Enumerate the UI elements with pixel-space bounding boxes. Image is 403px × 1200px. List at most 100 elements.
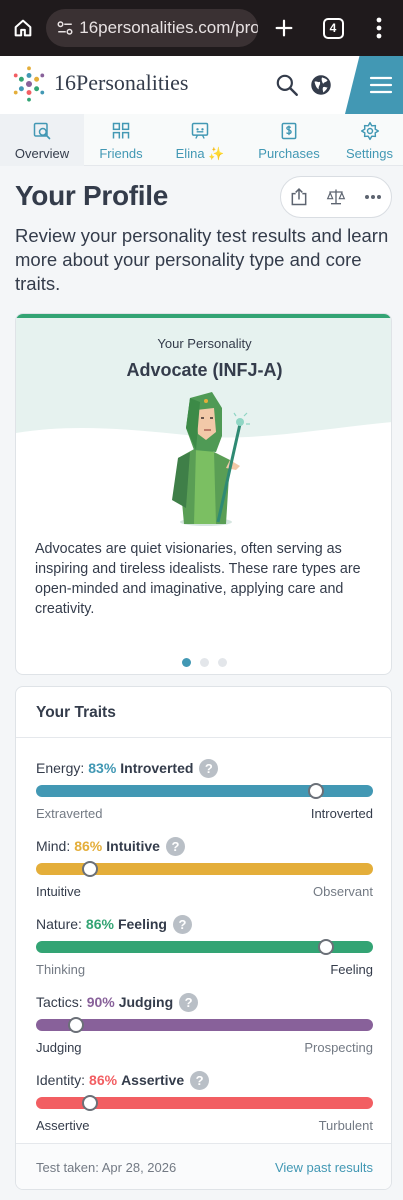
- more-icon[interactable]: [354, 177, 391, 217]
- trait-right-label: Observant: [313, 884, 373, 899]
- carousel-dots: [16, 658, 391, 667]
- tab-label: Elina ✨: [175, 146, 225, 161]
- trait-knob: [81, 861, 98, 877]
- url-text: 16personalities.com/prof: [79, 18, 258, 37]
- tab-label: Friends: [99, 146, 143, 161]
- brand-name[interactable]: 16Personalities: [54, 70, 188, 96]
- view-past-results-link[interactable]: View past results: [275, 1160, 373, 1175]
- help-icon[interactable]: ?: [172, 914, 192, 934]
- compare-icon[interactable]: [318, 177, 355, 217]
- trait-percent: 86%: [74, 838, 103, 854]
- trait-side: Introverted: [120, 760, 194, 776]
- new-tab-plus-icon[interactable]: [258, 0, 310, 56]
- help-icon[interactable]: ?: [179, 992, 199, 1012]
- tab-overview[interactable]: Overview: [0, 114, 84, 166]
- site-header: 16Personalities: [0, 56, 403, 114]
- search-icon[interactable]: [274, 72, 300, 98]
- personality-card[interactable]: Your Personality Advocate (INFJ-A) Advoc…: [15, 313, 392, 675]
- address-bar[interactable]: 16personalities.com/prof: [46, 9, 258, 47]
- tab-count: 4: [322, 17, 344, 39]
- more-vert-icon[interactable]: [356, 0, 402, 56]
- page-title: Your Profile: [15, 180, 169, 211]
- share-icon[interactable]: [281, 177, 318, 217]
- carousel-dot[interactable]: [182, 658, 191, 667]
- trait-right-label: Prospecting: [304, 1040, 373, 1055]
- trait-line: Identity: 86% Assertive ?: [36, 1069, 210, 1091]
- traits-title: Your Traits: [36, 704, 116, 721]
- page-subtitle: Review your personality test results and…: [15, 225, 389, 294]
- brand-number: 16: [54, 70, 76, 95]
- trait-side: Intuitive: [106, 838, 160, 854]
- personality-description: Advocates are quiet visionaries, often s…: [35, 541, 361, 617]
- personality-type: Advocate (INFJ-A): [126, 360, 283, 380]
- trait-right-label: Introverted: [310, 806, 373, 821]
- trait-energy: Energy: 83% Introverted ? Extraverted In…: [36, 757, 373, 827]
- trait-left-label: Intuitive: [36, 884, 81, 899]
- help-icon[interactable]: ?: [199, 758, 219, 778]
- traits-card: Your Traits Energy: 83% Introverted ? Ex…: [15, 686, 392, 1190]
- settings-icon: [360, 121, 379, 141]
- trait-side: Assertive: [121, 1072, 185, 1088]
- trait-side: Judging: [118, 994, 174, 1010]
- trait-right-label: Feeling: [330, 962, 373, 977]
- browser-toolbar: 16personalities.com/prof 4: [0, 0, 403, 56]
- help-icon[interactable]: ?: [190, 1070, 210, 1090]
- trait-left-label: Judging: [36, 1040, 82, 1055]
- trait-knob: [81, 1095, 98, 1111]
- purchases-icon: [281, 122, 297, 140]
- trait-identity: Identity: 86% Assertive ? Assertive Turb…: [36, 1069, 373, 1139]
- trait-bar: [36, 1095, 373, 1111]
- trait-line: Nature: 86% Feeling ?: [36, 913, 192, 935]
- card-kicker: Your Personality: [157, 336, 252, 351]
- trait-nature: Nature: 86% Feeling ? Thinking Feeling: [36, 913, 373, 983]
- trait-bar: [36, 1017, 373, 1033]
- trait-side: Feeling: [117, 916, 167, 932]
- trait-category: Energy:: [36, 760, 85, 776]
- trait-left-label: Thinking: [36, 962, 86, 977]
- logo-icon[interactable]: [10, 65, 48, 103]
- trait-category: Tactics:: [36, 994, 83, 1010]
- traits-footer: Test taken: Apr 28, 2026 View past resul…: [16, 1143, 391, 1189]
- trait-percent: 83%: [88, 760, 117, 776]
- carousel-dot[interactable]: [218, 658, 227, 667]
- trait-bar: [36, 861, 373, 877]
- trait-left-label: Assertive: [36, 1118, 90, 1133]
- trait-percent: 86%: [85, 916, 114, 932]
- trait-left-label: Extraverted: [36, 806, 103, 821]
- trait-line: Tactics: 90% Judging ?: [36, 991, 199, 1013]
- profile-nav-tabs: Overview Friends Elina ✨ Purchases Setti…: [0, 114, 403, 166]
- tab-label: Overview: [14, 146, 70, 161]
- trait-knob: [307, 783, 324, 799]
- trait-bar: [36, 939, 373, 955]
- friends-icon: [112, 122, 130, 139]
- tab-label: Settings: [346, 146, 393, 161]
- trait-category: Nature:: [36, 916, 82, 932]
- trait-line: Energy: 83% Introverted ?: [36, 757, 219, 779]
- trait-percent: 86%: [89, 1072, 118, 1088]
- trait-mind: Mind: 86% Intuitive ? Intuitive Observan…: [36, 835, 373, 905]
- tab-label: Purchases: [258, 146, 320, 161]
- traits-card-header: Your Traits: [16, 687, 391, 738]
- trait-category: Identity:: [36, 1072, 86, 1088]
- help-icon[interactable]: ?: [165, 836, 185, 856]
- trait-percent: 90%: [86, 994, 115, 1010]
- site-settings-icon[interactable]: [54, 17, 75, 39]
- carousel-dot[interactable]: [200, 658, 209, 667]
- trait-right-label: Turbulent: [318, 1118, 373, 1133]
- globe-icon[interactable]: [308, 72, 334, 98]
- home-icon[interactable]: [0, 0, 46, 56]
- tab-settings[interactable]: Settings: [336, 114, 403, 166]
- tab-friends[interactable]: Friends: [84, 114, 158, 166]
- overview-icon: [33, 122, 51, 140]
- trait-tactics: Tactics: 90% Judging ? Judging Prospecti…: [36, 991, 373, 1061]
- trait-category: Mind:: [36, 838, 71, 854]
- tab-elina[interactable]: Elina ✨: [158, 114, 242, 166]
- hamburger-menu-icon[interactable]: [368, 73, 394, 97]
- tab-purchases[interactable]: Purchases: [242, 114, 336, 166]
- trait-knob: [68, 1017, 85, 1033]
- trait-knob: [317, 939, 334, 955]
- test-taken-date: Test taken: Apr 28, 2026: [36, 1160, 177, 1175]
- tab-switcher-icon[interactable]: 4: [310, 0, 356, 56]
- advocate-figure-icon: [172, 392, 250, 526]
- profile-actions: [280, 176, 392, 218]
